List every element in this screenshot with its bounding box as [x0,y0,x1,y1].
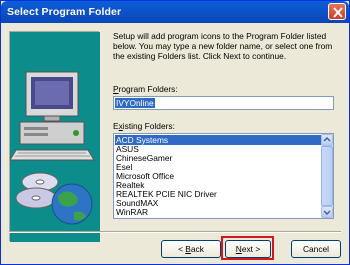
program-folder-input[interactable]: IVYOnline [113,96,334,110]
list-item[interactable]: WinRAR [115,207,321,217]
monitor-icon [25,71,79,122]
scroll-up-button[interactable] [321,134,333,146]
title-bar[interactable]: Select Program Folder [1,1,349,23]
globe-icon [51,183,93,225]
program-folders-label: Program Folders: [113,84,178,94]
next-button[interactable]: Next > [225,240,271,258]
computer-tower-icon [19,121,85,145]
window-title: Select Program Folder [7,6,122,18]
chevron-down-icon [323,210,331,216]
scroll-down-button[interactable] [321,206,333,218]
separator [9,231,341,233]
program-folder-value: IVYOnline [115,98,155,108]
existing-folders-list[interactable]: ACD Systems ASUS ChineseGamer Esel Micro… [113,133,334,219]
close-button[interactable] [328,3,346,20]
setup-dialog: Select Program Folder Setup will add pro… [0,0,350,265]
keyboard-icon [9,149,95,161]
instructions-text: Setup will add program icons to the Prog… [113,31,333,62]
list-scrollbar[interactable] [321,134,333,218]
close-icon [333,7,343,18]
setup-illustration [9,31,100,242]
scroll-thumb[interactable] [321,146,333,206]
chevron-up-icon [323,136,331,142]
back-button[interactable]: < Back [161,240,221,258]
cancel-button[interactable]: Cancel [291,240,341,258]
existing-folders-label: Existing Folders: [113,121,175,131]
